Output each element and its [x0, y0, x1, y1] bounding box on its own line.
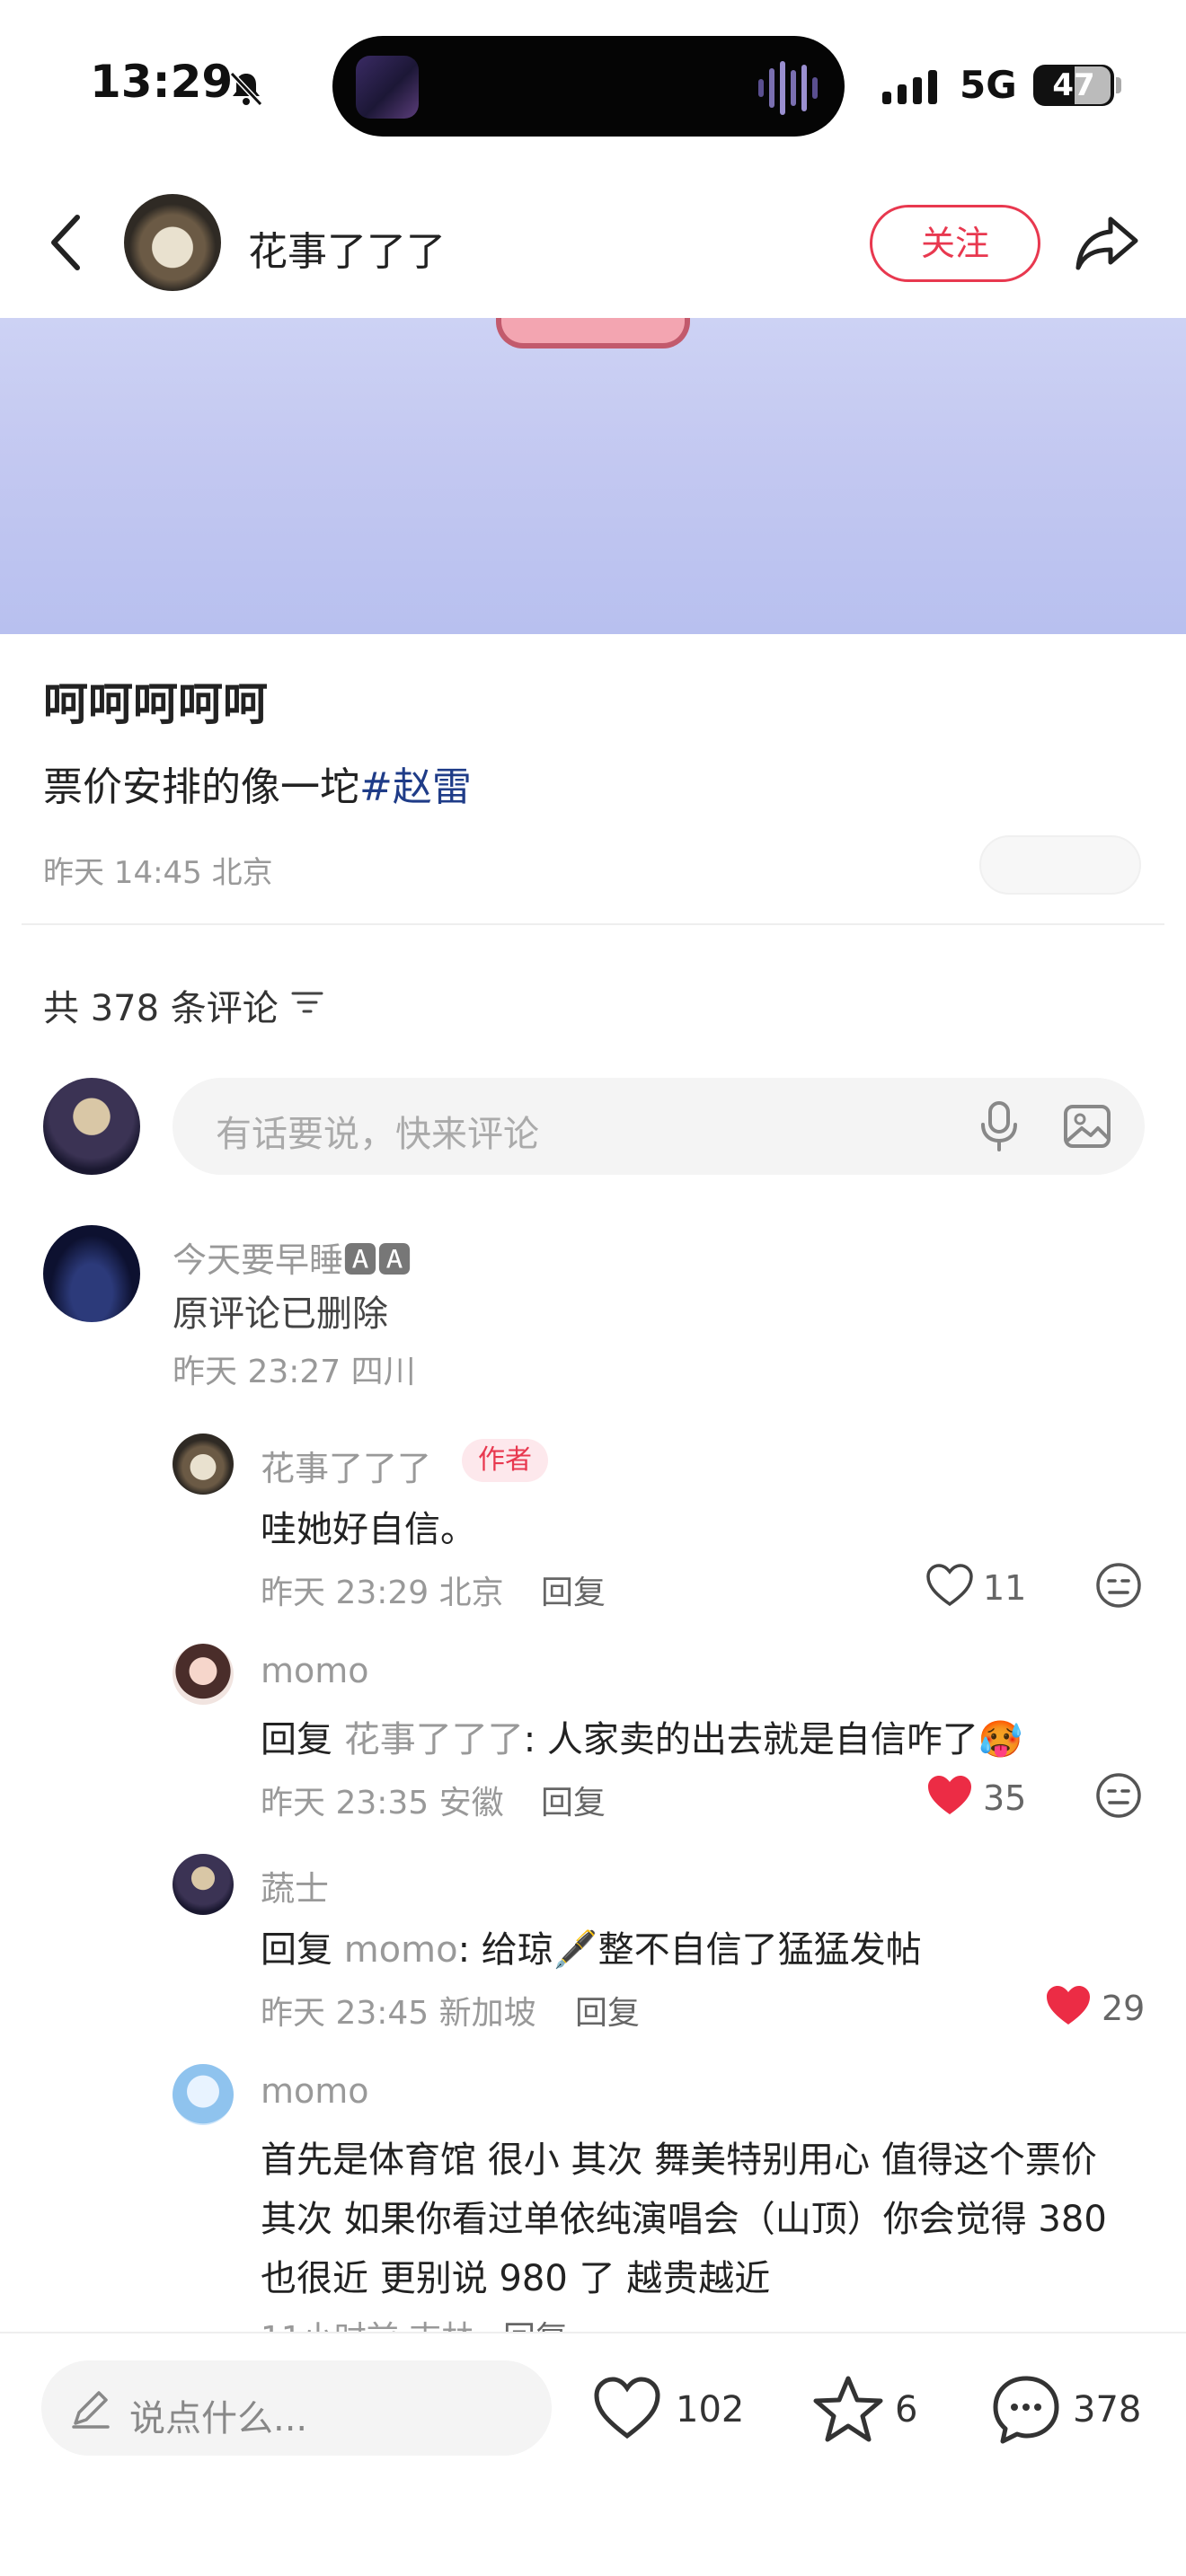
comment-meta: 昨天 23:27 四川 — [173, 1354, 416, 1390]
like-icon[interactable] — [925, 1563, 974, 1608]
reply-text: 回复 花事了了了: 人家卖的出去就是自信咋了🥵 — [261, 1710, 1023, 1762]
reply-meta: 昨天 23:29 北京 — [261, 1575, 504, 1611]
like-count: 35 — [983, 1778, 1027, 1818]
comment-bubble-icon[interactable] — [990, 2373, 1062, 2445]
reply-text-line: 首先是体育馆 很小 其次 舞美特别用心 值得这个票价 — [261, 2139, 1097, 2181]
star-icon[interactable] — [812, 2373, 884, 2445]
reply-text-body: : 给琼🖋️整不自信了猛猛发帖 — [457, 1929, 922, 1971]
reply-avatar[interactable] — [173, 1434, 234, 1495]
battery-level: 47 — [1052, 67, 1095, 103]
commenter-avatar[interactable] — [43, 1225, 140, 1322]
hashtag-link[interactable]: #赵雷 — [359, 764, 472, 810]
reply-button[interactable]: 回复 — [575, 1987, 640, 2033]
reply-text-line: 也很近 更别说 980 了 越贵越近 — [261, 2258, 771, 2299]
bell-muted-icon — [229, 71, 263, 107]
post-body: 票价安排的像一坨#赵雷 — [43, 754, 472, 812]
author-name[interactable]: 花事了了了 — [248, 219, 446, 277]
sort-icon[interactable] — [291, 988, 323, 1017]
reply-text-body: : 人家卖的出去就是自信咋了🥵 — [523, 1719, 1023, 1760]
say-something-placeholder: 说点什么... — [129, 2398, 308, 2439]
reply-prefix: 回复 — [261, 1929, 332, 1971]
share-icon[interactable] — [1073, 208, 1141, 277]
battery-cap — [1116, 77, 1121, 93]
post-title: 呵呵呵呵呵 — [43, 678, 268, 730]
status-time: 13:29 — [90, 56, 234, 108]
reply-meta: 昨天 23:35 安徽 — [261, 1785, 504, 1822]
liked-heart-icon[interactable] — [925, 1773, 974, 1818]
mention-link[interactable]: momo — [344, 1929, 458, 1971]
reply-meta: 昨天 23:45 新加坡 — [261, 1995, 536, 2032]
reply-name[interactable]: momo — [261, 2071, 369, 2111]
comment-input-placeholder: 有话要说，快来评论 — [216, 1114, 539, 1155]
cellular-signal-icon — [882, 70, 937, 104]
post-image-graphic — [496, 318, 690, 348]
liked-heart-icon[interactable] — [1044, 1983, 1093, 2028]
network-type: 5G — [960, 63, 1017, 107]
microphone-icon[interactable] — [976, 1099, 1022, 1153]
reply-name[interactable]: 花事了了了 — [261, 1441, 431, 1490]
pencil-icon — [72, 2391, 110, 2429]
like-post-icon[interactable] — [591, 2373, 663, 2445]
audio-waveform-icon — [758, 61, 818, 115]
dislike-face-icon[interactable] — [1094, 1561, 1143, 1610]
reply-button[interactable]: 回复 — [541, 1777, 606, 1823]
reply-name[interactable]: 蔬士 — [261, 1861, 329, 1910]
post-body-text: 票价安排的像一坨 — [43, 764, 359, 810]
post-meta: 昨天 14:45 北京 — [43, 855, 273, 891]
image-upload-icon[interactable] — [1062, 1103, 1112, 1150]
reply-text: 哇她好自信。 — [261, 1509, 476, 1550]
back-icon[interactable] — [41, 207, 95, 278]
like-count: 29 — [1102, 1989, 1146, 2028]
post-like-count: 102 — [676, 2389, 745, 2430]
now-playing-artwork[interactable] — [356, 56, 419, 119]
post-star-count: 6 — [895, 2389, 918, 2430]
commenter-name-text: 今天要早睡 — [173, 1240, 344, 1280]
my-avatar — [43, 1078, 140, 1175]
reply-button[interactable]: 回复 — [541, 1566, 606, 1613]
faded-action-pill[interactable] — [979, 835, 1141, 895]
comment-text: 原评论已删除 — [173, 1293, 388, 1335]
reply-avatar[interactable] — [173, 2064, 234, 2125]
reply-avatar[interactable] — [173, 1644, 234, 1705]
author-badge: 作者 — [462, 1439, 548, 1482]
dislike-face-icon[interactable] — [1094, 1771, 1143, 1820]
divider — [22, 923, 1164, 925]
reply-prefix: 回复 — [261, 1719, 332, 1760]
commenter-name[interactable]: 今天要早睡🅰🅰 — [173, 1232, 412, 1282]
author-avatar[interactable] — [124, 194, 221, 291]
mention-link[interactable]: 花事了了了 — [344, 1719, 524, 1760]
reply-name[interactable]: momo — [261, 1651, 369, 1690]
post-comment-count: 378 — [1073, 2389, 1142, 2430]
commenter-name-suffix: 🅰🅰 — [343, 1240, 412, 1280]
follow-button[interactable]: 关注 — [870, 205, 1040, 282]
comment-count: 共 378 条评论 — [43, 988, 279, 1029]
reply-avatar[interactable] — [173, 1854, 234, 1915]
reply-text-line: 其次 如果你看过单依纯演唱会（山顶）你会觉得 380 — [261, 2199, 1107, 2240]
like-count: 11 — [983, 1568, 1027, 1608]
post-image[interactable] — [0, 318, 1186, 634]
reply-text: 回复 momo: 给琼🖋️整不自信了猛猛发帖 — [261, 1920, 922, 1972]
